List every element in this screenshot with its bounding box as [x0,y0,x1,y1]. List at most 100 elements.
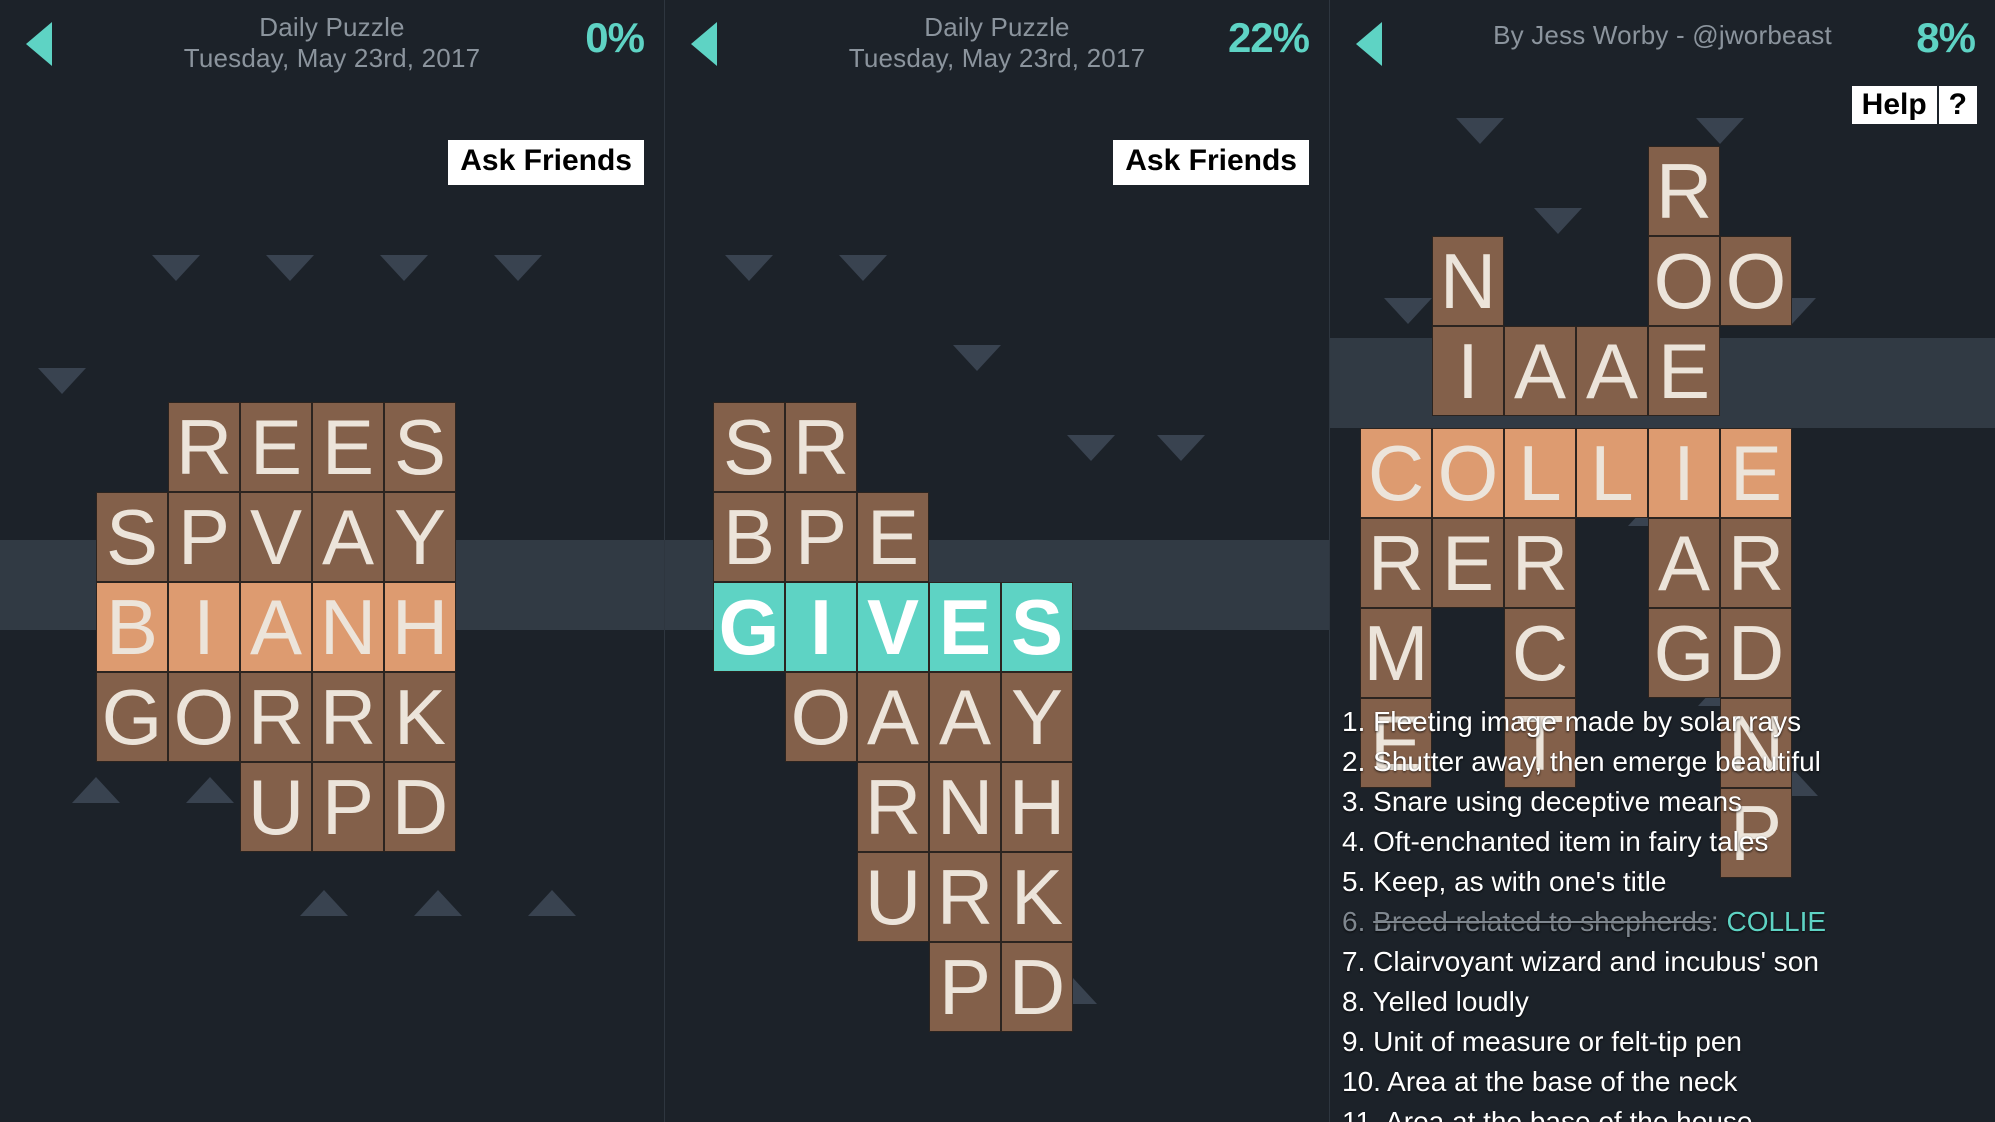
up-arrow-icon[interactable] [414,890,462,916]
grid-cell[interactable]: G [96,672,168,762]
clue-item[interactable]: 1. Fleeting image made by solar rays [1342,702,1991,742]
grid-cell[interactable]: O [1720,236,1792,326]
clue-item[interactable]: 11. Area at the base of the house [1342,1102,1991,1122]
help-button[interactable]: Help [1851,86,1937,124]
grid-cell-solved[interactable]: G [713,582,785,672]
grid-cell[interactable]: R [168,402,240,492]
grid-cell[interactable]: O [168,672,240,762]
down-arrow-icon[interactable] [494,255,542,281]
grid-cell[interactable]: P [929,942,1001,1032]
grid-cell[interactable]: E [1648,326,1720,416]
grid-cell[interactable]: S [713,402,785,492]
clue-item[interactable]: 2. Shutter away, then emerge beautiful [1342,742,1991,782]
down-arrow-icon[interactable] [1456,118,1504,144]
grid-cell-solved[interactable]: V [857,582,929,672]
grid-cell[interactable]: U [857,852,929,942]
grid-cell[interactable]: E [1432,518,1504,608]
grid-cell[interactable]: G [1648,608,1720,698]
down-arrow-icon[interactable] [725,255,773,281]
grid-cell-solved[interactable]: I [785,582,857,672]
grid-cell[interactable]: P [168,492,240,582]
grid-cell[interactable]: A [312,492,384,582]
grid-cell[interactable]: B [713,492,785,582]
up-arrow-icon[interactable] [528,890,576,916]
down-arrow-icon[interactable] [380,255,428,281]
down-arrow-icon[interactable] [1384,298,1432,324]
down-arrow-icon[interactable] [266,255,314,281]
down-arrow-icon[interactable] [1696,118,1744,144]
grid-cell-active[interactable]: L [1576,428,1648,518]
grid-cell[interactable]: R [240,672,312,762]
grid-cell[interactable]: N [1432,236,1504,326]
grid-cell[interactable]: C [1504,608,1576,698]
grid-cell[interactable]: R [1504,518,1576,608]
grid-cell[interactable]: S [96,492,168,582]
down-arrow-icon[interactable] [1067,435,1115,461]
grid-cell[interactable]: A [1648,518,1720,608]
down-arrow-icon[interactable] [1534,208,1582,234]
grid-cell[interactable]: R [312,672,384,762]
up-arrow-icon[interactable] [186,777,234,803]
grid-cell-active[interactable]: I [1648,428,1720,518]
grid-cell[interactable]: H [1001,762,1073,852]
clue-item[interactable]: 4. Oft-enchanted item in fairy tales [1342,822,1991,862]
up-arrow-icon[interactable] [72,777,120,803]
grid-cell[interactable]: R [1648,146,1720,236]
grid-cell[interactable]: D [384,762,456,852]
down-arrow-icon[interactable] [38,368,86,394]
grid-cell[interactable]: V [240,492,312,582]
grid-cell[interactable]: E [857,492,929,582]
grid-cell[interactable]: D [1720,608,1792,698]
down-arrow-icon[interactable] [839,255,887,281]
grid-cell-active[interactable]: O [1432,428,1504,518]
grid-cell[interactable]: O [1648,236,1720,326]
grid-cell[interactable]: M [1360,608,1432,698]
clue-item[interactable]: 9. Unit of measure or felt-tip pen [1342,1022,1991,1062]
grid-cell-active[interactable]: A [240,582,312,672]
grid-cell[interactable]: K [384,672,456,762]
down-arrow-icon[interactable] [152,255,200,281]
grid-cell[interactable]: R [1720,518,1792,608]
grid-cell[interactable]: R [1360,518,1432,608]
grid-cell[interactable]: P [785,492,857,582]
clue-item[interactable]: 10. Area at the base of the neck [1342,1062,1991,1102]
grid-cell[interactable]: N [929,762,1001,852]
grid-cell[interactable]: Y [1001,672,1073,762]
down-arrow-icon[interactable] [953,345,1001,371]
up-arrow-icon[interactable] [300,890,348,916]
clue-item[interactable]: 5. Keep, as with one's title [1342,862,1991,902]
clue-item[interactable]: 3. Snare using deceptive means [1342,782,1991,822]
ask-friends-button[interactable]: Ask Friends [1113,140,1309,185]
grid-cell[interactable]: O [785,672,857,762]
grid-cell-active[interactable]: L [1504,428,1576,518]
grid-cell[interactable]: A [857,672,929,762]
grid-cell-solved[interactable]: S [1001,582,1073,672]
grid-cell[interactable]: Y [384,492,456,582]
grid-cell[interactable]: R [929,852,1001,942]
grid-cell[interactable]: A [929,672,1001,762]
grid-cell[interactable]: U [240,762,312,852]
down-arrow-icon[interactable] [1157,435,1205,461]
grid-cell-active[interactable]: C [1360,428,1432,518]
grid-cell[interactable]: R [857,762,929,852]
clue-item-solved[interactable]: 6. Breed related to shepherds: COLLIE [1342,902,1991,942]
grid-cell[interactable]: I [1432,326,1504,416]
clue-item[interactable]: 7. Clairvoyant wizard and incubus' son [1342,942,1991,982]
grid-cell[interactable]: E [312,402,384,492]
clue-item[interactable]: 8. Yelled loudly [1342,982,1991,1022]
grid-cell-active[interactable]: H [384,582,456,672]
grid-cell-active[interactable]: B [96,582,168,672]
grid-cell-solved[interactable]: E [929,582,1001,672]
ask-friends-button[interactable]: Ask Friends [448,140,644,185]
grid-cell[interactable]: E [240,402,312,492]
grid-cell[interactable]: R [785,402,857,492]
grid-cell[interactable]: P [312,762,384,852]
grid-cell[interactable]: S [384,402,456,492]
grid-cell-active[interactable]: N [312,582,384,672]
grid-cell-active[interactable]: I [168,582,240,672]
question-button[interactable]: ? [1936,86,1977,124]
grid-cell[interactable]: K [1001,852,1073,942]
grid-cell-active[interactable]: E [1720,428,1792,518]
grid-cell[interactable]: A [1576,326,1648,416]
grid-cell[interactable]: A [1504,326,1576,416]
